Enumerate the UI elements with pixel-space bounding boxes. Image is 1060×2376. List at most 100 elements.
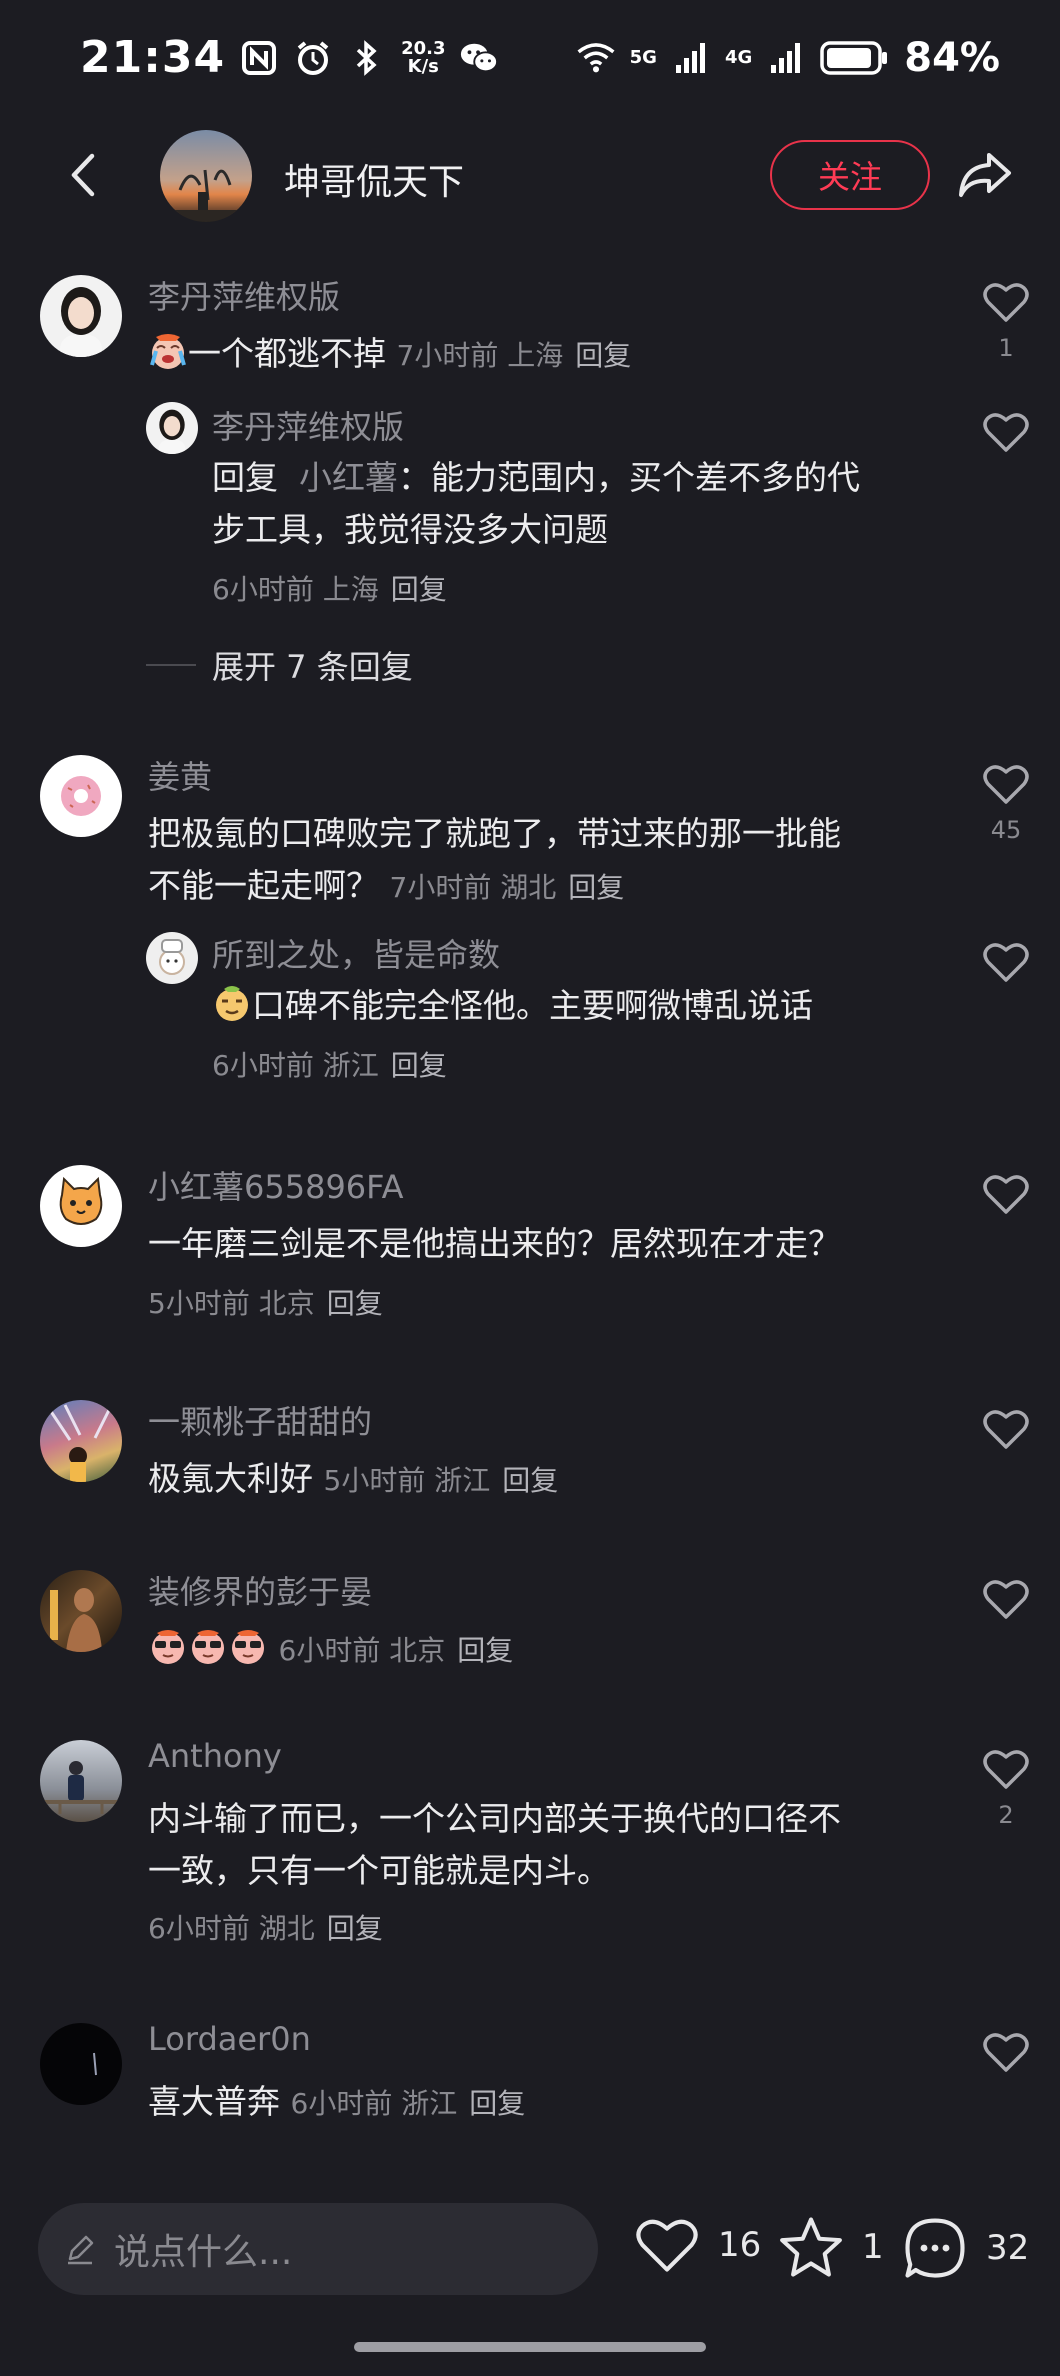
comment-text: 把极氪的口碑败完了就跑了，带过来的那一批能 不能一起走啊？ 7小时前 湖北 回复 xyxy=(148,814,841,905)
post-header: 坤哥侃天下 关注 xyxy=(0,115,1060,235)
share-button[interactable] xyxy=(955,145,1015,205)
reply-text: 口碑不能完全怪他。主要啊微博乱说话 xyxy=(212,980,813,1032)
comment-input-placeholder: 说点什么... xyxy=(114,2232,293,2273)
avatar[interactable] xyxy=(40,1570,122,1652)
avatar[interactable] xyxy=(40,275,122,357)
reply-link[interactable]: 回复 xyxy=(457,1634,513,1667)
reply-link[interactable]: 回复 xyxy=(327,1287,383,1320)
star-icon xyxy=(780,2217,842,2277)
status-time: 21:34 xyxy=(80,32,226,83)
reply-meta: 6小时前 浙江 回复 xyxy=(212,1049,447,1082)
reply-link[interactable]: 回复 xyxy=(327,1912,383,1945)
reply-link[interactable]: 回复 xyxy=(502,1464,558,1497)
wechat-icon xyxy=(459,38,499,78)
author-avatar[interactable] xyxy=(160,130,252,222)
battery-icon xyxy=(820,38,890,78)
reply-link[interactable]: 回复 xyxy=(575,339,631,372)
battery-percent: 84% xyxy=(904,34,1000,81)
sunglasses-face-emoji-icon xyxy=(152,1630,184,1664)
heart-icon xyxy=(983,1410,1029,1449)
like-button[interactable]: 45 xyxy=(978,762,1034,844)
heart-icon xyxy=(983,1580,1029,1619)
avatar[interactable] xyxy=(146,402,198,454)
like-count: 45 xyxy=(990,816,1022,844)
reply-link[interactable]: 回复 xyxy=(391,573,447,606)
comment-username[interactable]: 小红薯655896FA xyxy=(148,1162,404,1208)
wifi-icon xyxy=(576,38,616,78)
signal-5g-label: 5G xyxy=(629,47,657,68)
like-button[interactable] xyxy=(978,2030,1034,2078)
home-indicator[interactable] xyxy=(354,2342,706,2352)
comment-meta: 6小时前 湖北 回复 xyxy=(148,1912,383,1945)
heart-icon xyxy=(983,943,1029,982)
comment-bubble-icon xyxy=(905,2218,965,2278)
avatar[interactable] xyxy=(40,2023,122,2105)
reply-link[interactable]: 回复 xyxy=(469,2087,525,2120)
signal-bars-icon xyxy=(671,38,711,78)
reply-link[interactable]: 回复 xyxy=(391,1049,447,1082)
post-star-count: 1 xyxy=(862,2227,884,2267)
comment-text: 一个都逃不掉 7小时前 上海 回复 xyxy=(148,328,631,382)
comment-username[interactable]: Anthony xyxy=(148,1737,282,1775)
avatar[interactable] xyxy=(40,1165,122,1247)
reply-text: 回复 小红薯：能力范围内，买个差不多的代 步工具，我觉得没多大问题 xyxy=(212,458,860,549)
avatar[interactable] xyxy=(40,755,122,837)
like-count: 2 xyxy=(998,1801,1014,1829)
reply-username[interactable]: 李丹萍维权版 xyxy=(212,402,404,448)
like-button[interactable] xyxy=(978,410,1034,458)
like-button[interactable]: 1 xyxy=(978,280,1034,362)
comment-username[interactable]: 一颗桃子甜甜的 xyxy=(148,1397,372,1443)
heart-icon xyxy=(636,2219,698,2272)
comment-text: 一年磨三剑是不是他搞出来的？居然现在才走？ xyxy=(148,1224,841,1263)
back-button[interactable] xyxy=(60,150,110,200)
comment-text: 喜大普奔 6小时前 浙江 回复 xyxy=(148,2082,526,2121)
signal-bars-icon xyxy=(766,38,806,78)
alarm-icon xyxy=(293,38,333,78)
comment-username[interactable]: 李丹萍维权版 xyxy=(148,272,340,318)
avatar[interactable] xyxy=(40,1740,122,1822)
post-like-count: 16 xyxy=(718,2225,762,2265)
like-button[interactable]: 2 xyxy=(978,1747,1034,1829)
follow-button[interactable]: 关注 xyxy=(770,140,930,210)
comment-username[interactable]: Lordaer0n xyxy=(148,2020,311,2058)
network-speed: 20.3 K/s xyxy=(401,37,446,77)
avatar[interactable] xyxy=(146,932,198,984)
like-post-button[interactable]: 16 xyxy=(634,2215,761,2275)
comment-input[interactable]: 说点什么... xyxy=(38,2203,598,2295)
signal-4g-label: 4G xyxy=(724,47,753,68)
bluetooth-icon xyxy=(347,38,387,78)
like-button[interactable] xyxy=(978,1172,1034,1220)
comment-text: 6小时前 北京 回复 xyxy=(148,1623,513,1677)
crying-face-emoji-icon xyxy=(150,334,186,369)
comment-username[interactable]: 姜黄 xyxy=(148,752,212,798)
author-name[interactable]: 坤哥侃天下 xyxy=(284,153,464,205)
share-icon xyxy=(959,153,1011,197)
pencil-icon xyxy=(68,2235,94,2265)
comment-meta: 5小时前 北京 回复 xyxy=(148,1287,383,1320)
reply-link[interactable]: 回复 xyxy=(568,871,624,904)
like-count: 1 xyxy=(998,334,1014,362)
reply-username[interactable]: 所到之处，皆是命数 xyxy=(212,930,500,976)
avatar[interactable] xyxy=(40,1400,122,1482)
expand-replies-button[interactable]: 展开 7 条回复 xyxy=(146,642,413,688)
mention-link[interactable]: 小红薯 xyxy=(299,458,398,497)
heart-icon xyxy=(983,283,1029,322)
sunglasses-face-emoji-icon xyxy=(192,1630,224,1664)
heart-icon xyxy=(983,765,1029,804)
like-button[interactable] xyxy=(978,1577,1034,1625)
bottom-action-bar: 说点什么... 16 1 32 xyxy=(0,2190,1060,2310)
sunglasses-face-emoji-icon xyxy=(232,1630,264,1664)
chevron-left-icon xyxy=(71,153,95,197)
like-button[interactable] xyxy=(978,940,1034,988)
comment-text: 极氪大利好 5小时前 浙江 回复 xyxy=(148,1459,559,1498)
favorite-post-button[interactable]: 1 xyxy=(778,2215,884,2279)
nfc-icon xyxy=(239,38,279,78)
heart-icon xyxy=(983,413,1029,452)
heart-icon xyxy=(983,1750,1029,1789)
status-bar: 21:34 20.3 K/s 5G 4G 84% xyxy=(0,0,1060,115)
like-button[interactable] xyxy=(978,1407,1034,1455)
post-comment-count: 32 xyxy=(986,2228,1030,2268)
comment-username[interactable]: 装修界的彭于晏 xyxy=(148,1567,372,1613)
comment-post-button[interactable]: 32 xyxy=(902,2215,1029,2281)
reply-meta: 6小时前 上海 回复 xyxy=(212,573,447,606)
